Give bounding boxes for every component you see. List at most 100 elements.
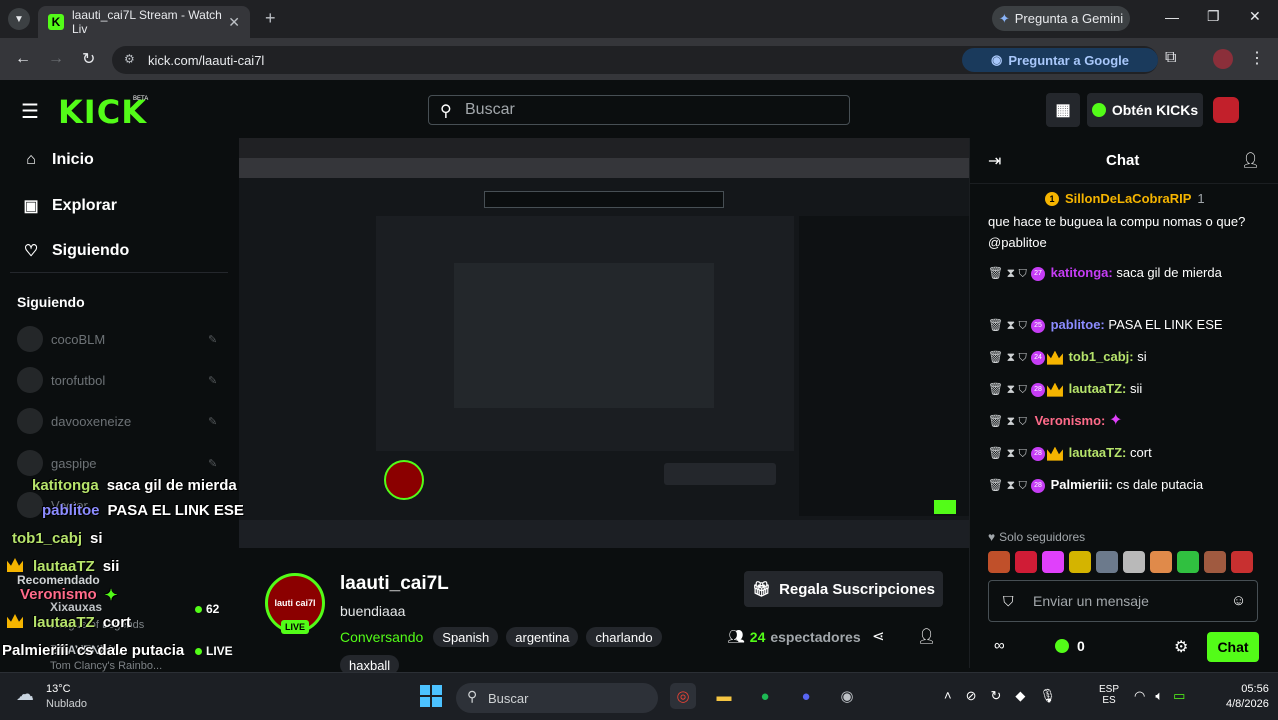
chat-message: 🗑︎ ⧗ ⛉ 24 tob1_cabj: si (988, 349, 1147, 365)
chat-settings-icon[interactable]: ⚙ (1174, 637, 1188, 657)
mod-tools-icon[interactable]: 🗑︎ ⧗ ⛉ (988, 318, 1027, 332)
emote-icon[interactable] (1204, 551, 1226, 573)
nav-inicio[interactable]: ⌂ Inicio (22, 151, 94, 169)
language-indicator[interactable]: ESP ES (1099, 684, 1119, 706)
overlay-message: katitonga saca gil de mierda (32, 477, 237, 494)
ask-google-button[interactable]: ◉ Preguntar a Google (962, 48, 1158, 72)
mod-tools-icon[interactable]: 🗑︎ ⧗ ⛉ (988, 350, 1027, 364)
following-item[interactable]: cocoBLM ✎ (17, 326, 217, 352)
emote-icon[interactable] (1177, 551, 1199, 573)
emote-icon[interactable] (1069, 551, 1091, 573)
tag[interactable]: Spanish (433, 627, 499, 647)
collapse-chat-icon[interactable]: ⇥ (988, 151, 1001, 171)
gift-subs-button[interactable]: 🎁︎ Regala Suscripciones (744, 571, 943, 607)
emote-icon[interactable] (1150, 551, 1172, 573)
mod-tools-icon[interactable]: 🗑︎ ⧗ ⛉ (988, 382, 1027, 396)
emote-icon[interactable] (988, 551, 1010, 573)
new-tab-button[interactable]: + (265, 8, 276, 29)
stream-tags: Conversando Spanish argentina charlando (340, 627, 662, 647)
tray-app-icon[interactable]: ⊘ (966, 688, 977, 704)
grid-icon: ▦ (1055, 102, 1071, 119)
tag[interactable]: argentina (506, 627, 579, 647)
kicks-counter[interactable]: 0 (1055, 638, 1085, 654)
tag[interactable]: charlando (586, 627, 662, 647)
reload-icon[interactable]: ↻ (82, 49, 95, 69)
channel-avatar (17, 326, 43, 352)
browser-tab[interactable]: K laauti_cai7L Stream - Watch Liv ✕ (38, 6, 250, 38)
spotify-icon[interactable]: ● (752, 683, 778, 709)
chat-message-input[interactable]: ⛉ Enviar un mensaje ☺ (988, 580, 1258, 622)
mod-tools-icon[interactable]: 🗑︎ ⧗ ⛉ (988, 446, 1027, 460)
close-tab-icon[interactable]: ✕ (228, 14, 240, 31)
chat-message: que hace te buguea la compu nomas o que?… (988, 214, 1246, 250)
nav-siguiendo[interactable]: ♡ Siguiendo (22, 241, 130, 261)
follow-user-icon[interactable]: 👤︎ (917, 627, 936, 645)
chrome-icon[interactable]: ◎ (670, 683, 696, 709)
mod-tools-icon[interactable]: 🗑︎ ⧗ ⛉ (988, 478, 1027, 492)
emote-icon[interactable] (1123, 551, 1145, 573)
stream-overlay-chat: katitonga saca gil de mierda pablitoe PASA… (2, 477, 272, 670)
chevron-up-icon[interactable]: ˄ (944, 688, 952, 704)
emote-icon[interactable] (1096, 551, 1118, 573)
get-kicks-button[interactable]: Obtén KICKs (1087, 93, 1203, 127)
overlay-message: lautaaTZ cort (7, 614, 272, 642)
site-info-icon[interactable]: ⚙ (124, 52, 135, 66)
nav-explorar[interactable]: ▣ Explorar (22, 196, 116, 216)
nested-gift-button (664, 463, 776, 485)
discord-icon[interactable]: ● (793, 683, 819, 709)
video-player[interactable] (239, 138, 969, 548)
taskbar-search[interactable]: ⚲ Buscar (456, 683, 658, 713)
mod-tools-icon[interactable]: 🗑︎ ⧗ ⛉ (988, 414, 1027, 428)
browse-grid-button[interactable]: ▦ (1046, 93, 1080, 127)
kicks-balance[interactable]: ∞ (994, 637, 1005, 654)
volume-icon: 🔈︎ (1155, 688, 1164, 703)
emote-icon[interactable] (1231, 551, 1253, 573)
following-item[interactable]: davooxeneize ✎ (17, 408, 217, 434)
compass-icon: ▣ (23, 198, 39, 215)
gemini-button[interactable]: ✦ Pregunta a Gemini (992, 6, 1130, 31)
back-arrow-icon[interactable]: ← (15, 50, 31, 68)
quick-settings[interactable]: ◠ 🔈︎ ▭ (1134, 688, 1185, 704)
mod-tools-icon[interactable]: 🗑︎ ⧗ ⛉ (988, 266, 1027, 280)
microphone-icon[interactable]: 🎙︎ (1039, 688, 1056, 704)
chat-message: 🗑︎ ⧗ ⛉ 28 lautaaTZ: cort (988, 445, 1152, 461)
crown-icon (1046, 382, 1063, 397)
windows-start-icon[interactable] (420, 685, 442, 707)
forward-arrow-icon[interactable]: → (48, 50, 64, 68)
sub-badge: 25 (1030, 318, 1045, 333)
browser-menu-icon[interactable]: ⋮ (1249, 48, 1265, 68)
channel-avatar (17, 367, 43, 393)
shield-icon: ⛉ (1003, 593, 1014, 609)
extensions-icon[interactable]: ⧉ (1165, 49, 1176, 67)
emoji-icon[interactable]: ☺ (1231, 592, 1246, 609)
search-input[interactable]: ⚲ Buscar (428, 95, 850, 125)
chat-divider (969, 183, 1278, 184)
tab-list-button[interactable]: ▼ (8, 8, 30, 30)
emote-icon[interactable] (1015, 551, 1037, 573)
following-item[interactable]: gaspipe ✎ (17, 450, 217, 476)
weather-temp[interactable]: 13°C (46, 683, 71, 695)
kicks-coin-icon (1055, 639, 1069, 653)
category-link[interactable]: Conversando (340, 629, 423, 645)
file-explorer-icon[interactable]: ▬ (711, 683, 737, 709)
hamburger-menu-icon[interactable]: ☰ (21, 99, 39, 124)
offline-icon: ✎ (208, 374, 218, 387)
app-icon[interactable]: ◉ (834, 683, 860, 709)
overlay-message: Veronismo ✦ (20, 586, 272, 614)
close-window-button[interactable]: ✕ (1249, 8, 1261, 25)
clock[interactable]: 05:56 4/8/2026 (1226, 683, 1269, 710)
minimize-button[interactable]: — (1165, 9, 1179, 25)
chat-users-icon[interactable]: 👤︎ (1241, 151, 1260, 169)
following-item[interactable]: torofutbol ✎ (17, 367, 217, 393)
tray-app-icon[interactable]: ↻ (991, 688, 1002, 704)
maximize-button[interactable]: ❐ (1207, 8, 1220, 25)
streamer-name[interactable]: laauti_cai7L (340, 573, 449, 595)
sub-badge: 27 (1030, 266, 1045, 281)
profile-avatar[interactable] (1213, 49, 1233, 69)
user-avatar[interactable] (1213, 97, 1239, 123)
send-chat-button[interactable]: Chat (1207, 632, 1259, 662)
share-icon[interactable]: ⋖ (872, 627, 885, 645)
chat-message: 🗑︎ ⧗ ⛉ Veronismo: ✦ (988, 412, 1123, 429)
tray-app-icon[interactable]: ◆ (1015, 688, 1025, 704)
emote-icon[interactable] (1042, 551, 1064, 573)
